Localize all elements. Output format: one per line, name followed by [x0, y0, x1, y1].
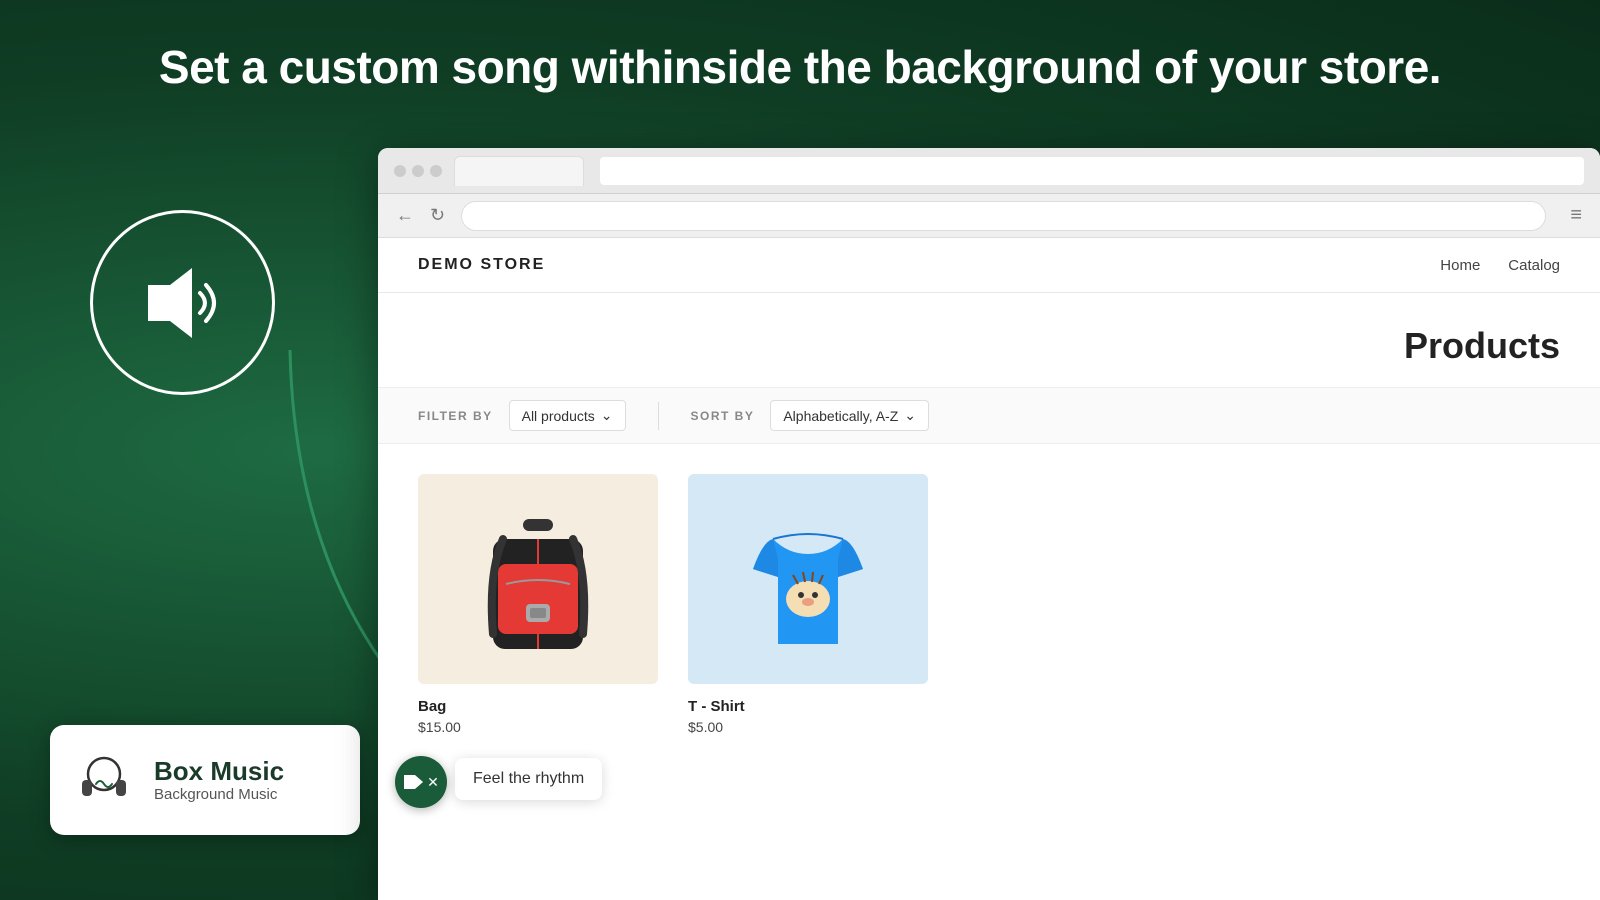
product-price-bag: $15.00: [418, 719, 658, 735]
product-card-tshirt[interactable]: T - Shirt $5.00: [688, 474, 928, 735]
filter-by-select[interactable]: All products ⌄: [509, 400, 626, 431]
app-tagline: Background Music: [154, 786, 284, 803]
browser-dots: [394, 165, 442, 177]
box-music-card: Box Music Background Music: [50, 725, 360, 835]
box-music-text: Box Music Background Music: [154, 757, 284, 803]
product-image-tshirt: [688, 474, 928, 684]
filter-bar: FILTER BY All products ⌄ SORT BY Alphabe…: [378, 387, 1600, 444]
sort-by-select[interactable]: Alphabetically, A-Z ⌄: [770, 400, 929, 431]
product-card-bag[interactable]: Bag $15.00: [418, 474, 658, 735]
url-field[interactable]: [461, 201, 1546, 231]
chevron-down-icon: ⌄: [601, 407, 613, 424]
close-icon: ✕: [427, 774, 439, 791]
product-name-tshirt: T - Shirt: [688, 698, 928, 715]
music-player-button[interactable]: ✕: [395, 756, 447, 808]
dot-yellow: [412, 165, 424, 177]
bag-img-container: [418, 474, 658, 684]
filter-separator: [658, 402, 659, 430]
sort-by-label: SORT BY: [691, 409, 755, 423]
store-nav: Home Catalog: [1440, 257, 1560, 274]
store-logo: DEMO STORE: [418, 256, 545, 274]
products-grid: Bag $15.00: [378, 444, 1600, 765]
dot-green: [430, 165, 442, 177]
store-header: DEMO STORE Home Catalog: [378, 238, 1600, 293]
headline: Set a custom song withinside the backgro…: [0, 40, 1600, 95]
back-button[interactable]: ←: [396, 205, 414, 226]
app-name: Box Music: [154, 757, 284, 786]
rhythm-tooltip: Feel the rhythm: [455, 758, 602, 800]
browser-chrome: [378, 148, 1600, 194]
box-music-logo: [72, 748, 136, 812]
browser-tab[interactable]: [454, 156, 584, 186]
nav-catalog[interactable]: Catalog: [1508, 257, 1560, 274]
speaker-icon-large: [138, 263, 228, 343]
product-price-tshirt: $5.00: [688, 719, 928, 735]
product-image-bag: [418, 474, 658, 684]
browser-menu-icon[interactable]: ≡: [1570, 204, 1582, 227]
filter-by-label: FILTER BY: [418, 409, 493, 423]
chevron-down-icon-sort: ⌄: [904, 407, 916, 424]
nav-home[interactable]: Home: [1440, 257, 1480, 274]
tshirt-img-container: [688, 474, 928, 684]
products-heading: Products: [378, 293, 1600, 387]
browser-nav-bar: ← ↻ ≡: [378, 194, 1600, 238]
browser-url-bar[interactable]: [600, 157, 1584, 185]
product-name-bag: Bag: [418, 698, 658, 715]
dot-red: [394, 165, 406, 177]
refresh-button[interactable]: ↻: [430, 205, 445, 226]
